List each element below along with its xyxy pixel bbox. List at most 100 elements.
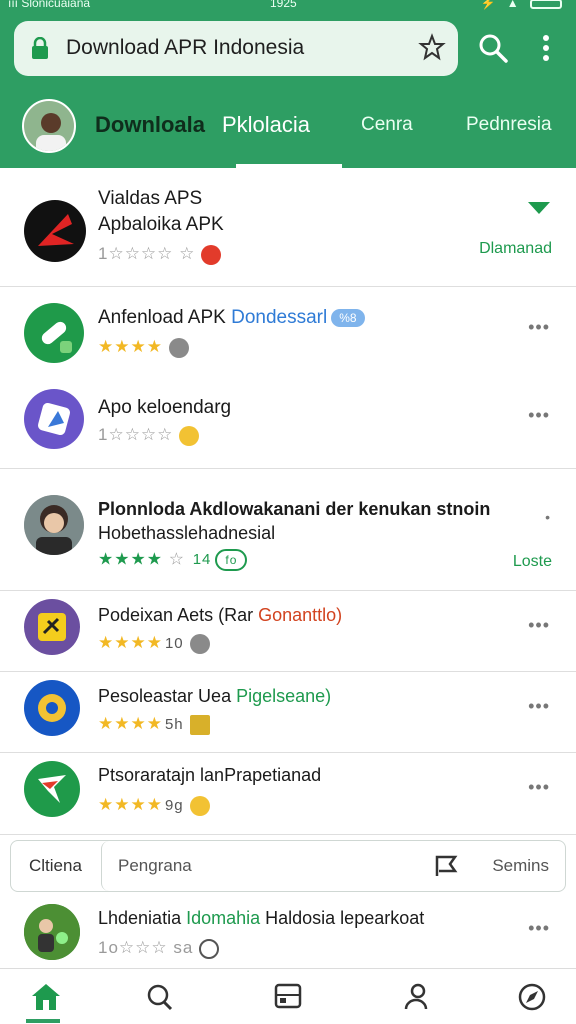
rating-text: 1☆☆☆☆ ☆ bbox=[98, 244, 196, 263]
chevron-down-icon[interactable] bbox=[526, 200, 552, 216]
rating-count: 14 bbox=[192, 551, 212, 569]
rating: ★★★★ 9g bbox=[98, 795, 210, 816]
more-options-icon[interactable]: ••• bbox=[528, 777, 550, 798]
more-options-icon[interactable]: ••• bbox=[528, 317, 550, 338]
list-item[interactable]: Anfenload APK Dondessarl %8 ★★★★ ••• bbox=[0, 287, 576, 377]
chat-icon bbox=[189, 633, 210, 654]
app-title-highlight: Idomahia bbox=[186, 908, 261, 928]
list-item[interactable]: Apo keloendarg 1☆☆☆☆ ••• bbox=[0, 377, 576, 467]
bottom-navigation bbox=[0, 968, 576, 1024]
rating-count: 5h bbox=[164, 716, 184, 733]
filter-action[interactable]: Semins bbox=[492, 856, 549, 876]
app-subtitle: Apbaloika APK bbox=[98, 214, 224, 235]
compass-icon[interactable] bbox=[512, 981, 552, 1013]
rating: 1☆☆☆☆ bbox=[98, 425, 200, 446]
status-icons: ⚡ ▲ bbox=[480, 0, 562, 10]
app-icon bbox=[24, 303, 84, 363]
app-icon bbox=[24, 200, 86, 262]
app-title-main: Lhdeniatia bbox=[98, 908, 187, 928]
search-bar[interactable]: Download APR Indonesia bbox=[14, 21, 458, 76]
app-title-main: Anfenload APK bbox=[98, 307, 226, 328]
battery-icon bbox=[530, 0, 562, 9]
list-item[interactable]: Vialdas APS Apbaloika APK 1☆☆☆☆ ☆ Dlaman… bbox=[0, 168, 576, 286]
app-icon bbox=[24, 495, 84, 555]
search-icon[interactable] bbox=[140, 981, 180, 1013]
tab-pednresia[interactable]: Pednresia bbox=[466, 114, 552, 136]
status-signal: ⚡ ▲ bbox=[480, 0, 523, 10]
smiley-icon bbox=[179, 425, 200, 446]
tab-downloala[interactable]: Downloala bbox=[95, 112, 205, 138]
more-options-icon[interactable]: ••• bbox=[528, 696, 550, 717]
rating: 1o☆☆☆ sa bbox=[98, 938, 220, 959]
rating: ★★★★ bbox=[98, 337, 189, 358]
active-nav-indicator bbox=[26, 1019, 60, 1023]
more-options-icon[interactable]: ••• bbox=[528, 615, 550, 636]
more-vert-icon[interactable] bbox=[540, 34, 552, 62]
flag-icon[interactable] bbox=[433, 854, 459, 878]
app-title: Lhdeniatia Idomahia Haldosia lepearkoat bbox=[98, 908, 424, 929]
rating-count: 9g bbox=[164, 797, 184, 814]
rating-stars: ★★★★ bbox=[98, 633, 163, 652]
app-title: Pesoleastar Uea Pigelseane) bbox=[98, 686, 331, 707]
download-action[interactable]: Dlamanad bbox=[479, 240, 552, 258]
status-bar: ııı Slonicuaiana 1925 ⚡ ▲ bbox=[0, 0, 576, 14]
app-title: Apo keloendarg bbox=[98, 397, 232, 418]
bookmark-star-icon[interactable] bbox=[418, 33, 446, 61]
rating: ★★★★ 10 bbox=[98, 633, 210, 654]
list-item[interactable]: Ptsoraratajn lanPrapetianad ★★★★ 9g ••• bbox=[0, 753, 576, 833]
status-time: 1925 bbox=[270, 0, 297, 10]
tab-cenra[interactable]: Cenra bbox=[361, 114, 413, 136]
app-icon bbox=[24, 680, 80, 736]
list-item[interactable]: Podeixan Aets (Rar Gonanttlo) ★★★★ 10 ••• bbox=[0, 591, 576, 671]
more-options-icon[interactable]: ••• bbox=[528, 405, 550, 426]
app-title-text: Plonnloda Akdlowakanani der kenukan stno… bbox=[98, 499, 491, 519]
tab-pklolacia[interactable]: Pklolacia bbox=[222, 112, 310, 138]
rating: ★★★★ 5h bbox=[98, 714, 210, 735]
flag-icon bbox=[189, 714, 210, 735]
home-icon[interactable] bbox=[26, 981, 66, 1013]
app-title-main: Podeixan Aets (Rar bbox=[98, 605, 259, 625]
app-title-highlight: Pigelseane) bbox=[236, 686, 332, 706]
rating-stars: ★★★★ bbox=[98, 714, 163, 733]
open-action[interactable]: Loste bbox=[513, 553, 552, 571]
divider bbox=[0, 834, 576, 835]
app-badge: %8 bbox=[331, 308, 365, 327]
smiley-icon bbox=[189, 795, 210, 816]
lock-icon bbox=[32, 37, 48, 59]
chat-icon bbox=[168, 337, 189, 358]
more-dot-icon[interactable]: • bbox=[545, 509, 550, 525]
people-icon[interactable] bbox=[396, 981, 436, 1013]
app-subtitle: Hobethasslehadnesial bbox=[98, 523, 276, 543]
rating-count: 10 bbox=[164, 635, 184, 652]
apps-icon[interactable] bbox=[268, 981, 308, 1013]
app-title-rest: Haldosia lepearkoat bbox=[260, 908, 425, 928]
status-carrier: ııı Slonicuaiana bbox=[8, 0, 91, 10]
app-title: Ptsoraratajn lanPrapetianad bbox=[98, 765, 322, 785]
app-title-link[interactable]: Dondessarl bbox=[231, 307, 327, 328]
rating: 1☆☆☆☆ ☆ bbox=[98, 244, 222, 265]
list-item[interactable]: Lhdeniatia Idomahia Haldosia lepearkoat … bbox=[0, 896, 576, 966]
app-title: Vialdas APS bbox=[98, 188, 203, 209]
more-options-icon[interactable]: ••• bbox=[528, 918, 550, 939]
rating-stars: ★★★★ bbox=[98, 795, 163, 814]
list-item[interactable]: Pesoleastar Uea Pigelseane) ★★★★ 5h ••• bbox=[0, 672, 576, 752]
app-icon bbox=[24, 761, 80, 817]
filter-label[interactable]: Cltiena bbox=[29, 856, 82, 876]
app-title-main: Pesoleastar Uea bbox=[98, 686, 237, 706]
filter-input[interactable]: Pengrana bbox=[101, 841, 477, 891]
rating: ★★★★ ☆ 14 fo bbox=[98, 549, 248, 571]
category-tabs: Downloala Pklolacia Cenra Pednresia bbox=[0, 104, 576, 168]
search-icon[interactable] bbox=[478, 33, 508, 63]
list-item[interactable]: Plonnloda Akdlowakanani der kenukan stno… bbox=[0, 469, 576, 589]
search-query[interactable]: Download APR Indonesia bbox=[66, 36, 304, 60]
rating-text: 1☆☆☆☆ bbox=[98, 425, 174, 444]
app-icon bbox=[24, 389, 84, 449]
app-icon bbox=[24, 599, 80, 655]
app-title: Anfenload APK Dondessarl %8 bbox=[98, 307, 365, 329]
rating-stars: ★★★★ bbox=[98, 549, 163, 569]
rating-text: 1o☆☆☆ sa bbox=[98, 938, 194, 957]
badge-icon bbox=[201, 244, 222, 265]
app-title-highlight: Gonanttlo) bbox=[258, 605, 343, 625]
rating-stars: ★★★★ bbox=[98, 337, 163, 356]
app-title: Podeixan Aets (Rar Gonanttlo) bbox=[98, 605, 342, 626]
